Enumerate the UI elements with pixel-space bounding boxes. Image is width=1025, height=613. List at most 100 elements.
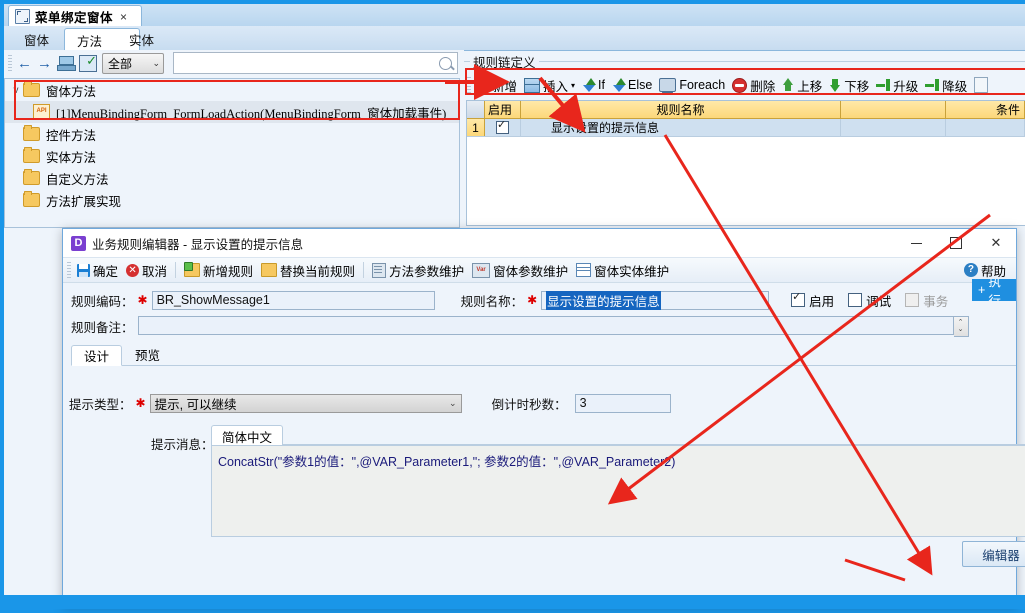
- document-tab[interactable]: 菜单绑定窗体 ×: [8, 5, 142, 27]
- checkbox-icon: [905, 293, 920, 307]
- forward-icon[interactable]: →: [37, 56, 52, 71]
- tree-item-label: 实体方法: [46, 150, 97, 165]
- remark-spinner[interactable]: ⌃ ⌄: [953, 315, 969, 337]
- tab-预览[interactable]: 预览: [122, 344, 173, 365]
- grid-header-规则名称[interactable]: 规则名称: [521, 101, 841, 118]
- tree-item-label: 方法扩展实现: [46, 194, 122, 209]
- dialog-title: 业务规则编辑器 - 显示设置的提示信息: [92, 237, 304, 252]
- row-blank: [841, 119, 946, 136]
- rule-name-label: 规则名称：: [460, 294, 524, 309]
- method-param-button[interactable]: 方法参数维护: [370, 259, 466, 282]
- form-param-button[interactable]: Var 窗体参数维护: [470, 259, 570, 282]
- required-marker: ✱: [137, 293, 148, 307]
- grid-header-corner: [467, 101, 485, 118]
- tab-label: 实体: [129, 33, 155, 48]
- countdown-input[interactable]: 3: [574, 393, 671, 413]
- save-icon: [77, 263, 90, 277]
- help-icon: ?: [963, 263, 978, 277]
- button-label: 窗体实体维护: [594, 264, 670, 279]
- search-input[interactable]: [173, 52, 458, 74]
- filter-select[interactable]: 全部 ⌄: [102, 52, 164, 74]
- dialog-title-bar[interactable]: D 业务规则编辑器 - 显示设置的提示信息 ✕: [63, 229, 1016, 258]
- folder-icon: [23, 125, 40, 141]
- tab-label: 窗体: [24, 33, 50, 48]
- grid-header-row: 启用 规则名称 条件: [467, 101, 1025, 119]
- editor-button[interactable]: 编辑器: [962, 541, 1025, 567]
- message-textarea[interactable]: ConcatStr("参数1的值：",@VAR_Parameter1,"; 参数…: [211, 445, 1025, 537]
- rule-name-value: 显示设置的提示信息: [546, 290, 661, 310]
- add-rule-icon: [184, 262, 201, 277]
- highlight-box-toolbar: [465, 68, 1025, 95]
- tree-item-实体方法[interactable]: 实体方法: [5, 145, 459, 167]
- rule-remark-row: 规则备注： ⌃ ⌄: [63, 313, 1016, 339]
- dialog-toolbar: 确定 ✕ 取消 新增规则 替换当前规则 方法参数维护 Var 窗体参数维护 窗体…: [63, 258, 1016, 283]
- debug-checkbox[interactable]: 调试: [848, 291, 891, 310]
- add-rule-button[interactable]: 新增规则: [182, 259, 255, 282]
- checkbox-icon: [791, 290, 806, 307]
- tree-item-控件方法[interactable]: 控件方法: [5, 123, 459, 145]
- tab-设计[interactable]: 设计: [71, 345, 123, 366]
- maximize-button[interactable]: [936, 229, 976, 257]
- rule-code-row: 规则编码： ✱ BR_ShowMessage1 规则名称： ✱ 显示设置的提示信…: [63, 287, 1016, 313]
- tab-实体[interactable]: 实体: [117, 28, 191, 50]
- toolbar-grip[interactable]: [67, 262, 71, 278]
- chevron-down-icon: ⌄: [449, 397, 457, 408]
- button-label: 确定: [93, 264, 119, 279]
- execute-button-label: 执行: [988, 279, 1001, 301]
- network-icon[interactable]: [57, 55, 76, 71]
- checkbox-icon: [848, 293, 863, 307]
- editor-button-label: 编辑器: [982, 548, 1020, 563]
- button-label: 帮助: [980, 264, 1006, 279]
- checkbox-label: 启用: [809, 294, 835, 309]
- rule-remark-input[interactable]: [137, 315, 954, 335]
- confirm-button[interactable]: 确定: [75, 259, 120, 282]
- rule-name-input[interactable]: 显示设置的提示信息: [541, 290, 770, 310]
- replace-rule-button[interactable]: 替换当前规则: [259, 259, 357, 282]
- tab-label: 方法: [77, 34, 103, 49]
- toolbar-grip[interactable]: [8, 55, 12, 71]
- folder-icon: [23, 169, 40, 185]
- tip-type-value: 提示, 可以继续: [154, 397, 237, 412]
- tab-label: 预览: [135, 349, 161, 363]
- close-icon[interactable]: ×: [120, 10, 127, 24]
- sub-tab-bar: 窗体 方法 实体: [4, 26, 1025, 52]
- grid-header-启用[interactable]: 启用: [485, 101, 521, 118]
- rule-code-label: 规则编码：: [71, 294, 134, 309]
- enable-checkbox[interactable]: 启用: [791, 290, 835, 310]
- execute-button[interactable]: + 执行: [972, 279, 1016, 301]
- tree-item-自定义方法[interactable]: 自定义方法: [5, 167, 459, 189]
- business-rule-editor-dialog: D 业务规则编辑器 - 显示设置的提示信息 ✕ 确定 ✕ 取消 新增规则 替换当…: [62, 228, 1025, 605]
- folder-icon: [23, 147, 40, 163]
- tip-type-select[interactable]: 提示, 可以继续 ⌄: [149, 393, 462, 413]
- grid-header-blank[interactable]: [841, 101, 946, 118]
- message-value: ConcatStr("参数1的值：",@VAR_Parameter1,"; 参数…: [218, 455, 676, 469]
- required-marker: ✱: [527, 293, 538, 307]
- message-label: 提示消息：: [151, 438, 214, 452]
- folder-icon: [23, 191, 40, 207]
- button-label: 窗体参数维护: [493, 264, 569, 279]
- back-icon[interactable]: ←: [17, 56, 32, 71]
- transaction-checkbox: 事务: [905, 291, 948, 310]
- separator: [363, 262, 365, 278]
- close-button[interactable]: ✕: [976, 229, 1016, 257]
- replace-rule-icon: [261, 263, 278, 277]
- checkbox-label: 事务: [923, 294, 949, 309]
- table-row[interactable]: 1 显示设置的提示信息: [467, 118, 1025, 137]
- minimize-button[interactable]: [896, 229, 936, 257]
- rule-remark-label: 规则备注：: [71, 320, 134, 335]
- checklist-icon[interactable]: [79, 53, 97, 72]
- message-tab-简体中文[interactable]: 简体中文: [211, 425, 284, 446]
- rule-code-value: BR_ShowMessage1: [156, 293, 270, 307]
- rule-code-input[interactable]: BR_ShowMessage1: [151, 290, 435, 310]
- method-param-icon: [372, 262, 387, 278]
- application-window: 菜单绑定窗体 × 窗体 方法 实体 ← → 全部 ⌄ v 窗体方法 API [1…: [0, 0, 1025, 613]
- button-label: 取消: [142, 264, 168, 279]
- form-entity-button[interactable]: 窗体实体维护: [574, 259, 671, 282]
- button-label: 方法参数维护: [389, 264, 465, 279]
- tree-item-方法扩展实现[interactable]: 方法扩展实现: [5, 189, 459, 211]
- row-enabled-checkbox[interactable]: [485, 118, 521, 136]
- cancel-button[interactable]: ✕ 取消: [124, 259, 169, 282]
- checkbox-label: 调试: [866, 294, 892, 309]
- grid-header-条件[interactable]: 条件: [946, 101, 1025, 118]
- filter-select-value: 全部: [108, 56, 133, 71]
